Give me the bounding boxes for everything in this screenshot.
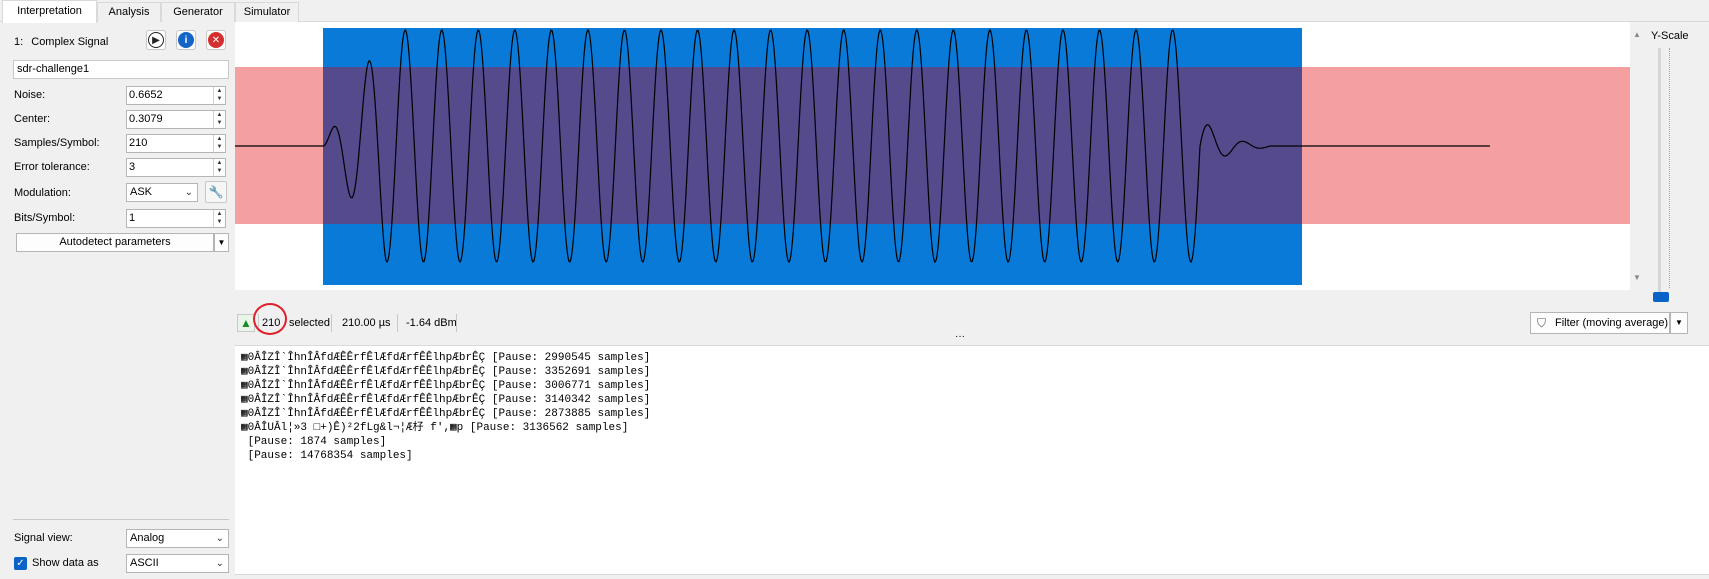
info-button[interactable]: i	[176, 30, 196, 50]
show-data-select[interactable]: ASCII ⌄	[126, 554, 229, 573]
output-line: [Pause: 14768354 samples]	[241, 450, 413, 462]
noise-label: Noise:	[14, 89, 46, 101]
close-icon: ✕	[208, 32, 224, 48]
close-signal-button[interactable]: ✕	[206, 30, 226, 50]
autodetect-parameters-button[interactable]: Autodetect parameters	[16, 233, 214, 252]
status-divider	[331, 314, 332, 332]
signal-view-value: Analog	[130, 532, 165, 544]
info-icon: i	[178, 32, 194, 48]
splitter-dots[interactable]: ···	[955, 332, 965, 342]
signal-header: 1: Complex Signal	[14, 32, 108, 52]
filter-icon: ⛉	[1537, 316, 1547, 330]
selection-power: -1.64 dBm	[406, 317, 457, 329]
decoded-output-view[interactable]: ▦0ÂÎZÎ`ÎhnÎÂfdÆÊÊrfÊlÆfdÆrfÊÊlhpÆbrÊÇ [P…	[235, 345, 1709, 575]
selection-duration: 210.00 µs	[342, 317, 391, 329]
output-line: ▦0ÂÎZÎ`ÎhnÎÂfdÆÊÊrfÊlÆfdÆrfÊÊlhpÆbrÊÇ [P…	[241, 352, 651, 364]
highlight-circle	[253, 303, 287, 335]
error-tolerance-label: Error tolerance:	[14, 161, 90, 173]
y-scale-handle[interactable]	[1653, 292, 1669, 302]
samples-per-symbol-spinbox[interactable]: 210 ▲ ▼	[126, 134, 226, 153]
spin-arrows-icon[interactable]: ▲ ▼	[213, 210, 225, 227]
status-bar: ▲ 210 selected 210.00 µs -1.64 dBm ···	[235, 303, 1709, 342]
filter-button[interactable]: ⛉ Filter (moving average)	[1530, 312, 1670, 334]
spin-arrows-icon[interactable]: ▲ ▼	[213, 111, 225, 128]
tab-analysis[interactable]: Analysis	[97, 2, 161, 22]
status-divider	[397, 314, 398, 332]
show-data-label: Show data as	[32, 557, 99, 569]
output-line: ▦0ÂÎZÎ`ÎhnÎÂfdÆÊÊrfÊlÆfdÆrfÊÊlhpÆbrÊÇ [P…	[241, 380, 651, 392]
modulation-label: Modulation:	[14, 187, 71, 199]
samples-per-symbol-value: 210	[129, 137, 148, 149]
modulation-value: ASK	[130, 186, 153, 198]
play-icon: ▶	[148, 32, 164, 48]
modulation-settings-button[interactable]: 🔧	[205, 181, 227, 203]
chevron-down-icon: ▼	[1675, 318, 1683, 327]
signal-type: Complex Signal	[31, 36, 109, 48]
bits-per-symbol-label: Bits/Symbol:	[14, 212, 76, 224]
output-line: ▦0ÂÎUÂl¦»3 □+)Ê)²2fLg&l¬¦Æ杍 f',▦p [Pause…	[241, 422, 629, 434]
signal-name-field[interactable]: sdr-challenge1	[13, 60, 229, 79]
selected-label: selected	[289, 317, 330, 329]
noise-spinbox[interactable]: 0.6652 ▲ ▼	[126, 86, 226, 105]
noise-value: 0.6652	[129, 89, 163, 101]
modulation-select[interactable]: ASK ⌄	[126, 183, 198, 202]
spin-arrows-icon[interactable]: ▲ ▼	[213, 87, 225, 104]
tab-bar: Interpretation Analysis Generator Simula…	[0, 0, 1709, 23]
tab-interpretation[interactable]: Interpretation	[2, 0, 97, 23]
play-button[interactable]: ▶	[146, 30, 166, 50]
y-scale-panel: Y-Scale ▲ ▼	[1630, 22, 1709, 312]
y-scale-label: Y-Scale	[1651, 30, 1689, 42]
y-scale-track[interactable]	[1658, 48, 1661, 298]
filter-label: Filter (moving average)	[1555, 317, 1669, 329]
bits-per-symbol-value: 1	[129, 212, 136, 224]
status-divider	[456, 314, 457, 332]
scroll-down-icon[interactable]: ▼	[1633, 273, 1641, 282]
show-data-value: ASCII	[130, 557, 159, 569]
chevron-down-icon: ⌄	[184, 187, 193, 198]
y-scale-ticks	[1669, 48, 1674, 288]
signal-parameters-panel: 1: Complex Signal ▶ i ✕ sdr-challenge1 N…	[0, 22, 232, 579]
panel-divider	[13, 519, 229, 520]
chevron-down-icon: ⌄	[215, 558, 224, 569]
output-line: ▦0ÂÎZÎ`ÎhnÎÂfdÆÊÊrfÊlÆfdÆrfÊÊlhpÆbrÊÇ [P…	[241, 408, 651, 420]
show-data-checkbox[interactable]: ✓	[14, 557, 27, 570]
center-spinbox[interactable]: 0.3079 ▲ ▼	[126, 110, 226, 129]
selection-noise-overlap	[323, 67, 1302, 224]
signal-graph-canvas[interactable]	[235, 22, 1630, 290]
signal-graph[interactable]	[235, 22, 1630, 290]
samples-per-symbol-label: Samples/Symbol:	[14, 137, 100, 149]
tab-generator[interactable]: Generator	[161, 2, 235, 22]
wrench-icon: 🔧	[208, 185, 224, 199]
autodetect-menu-arrow[interactable]: ▼	[214, 233, 229, 252]
chevron-down-icon: ▼	[217, 238, 226, 247]
output-line: [Pause: 1874 samples]	[241, 436, 387, 448]
output-line: ▦0ÂÎZÎ`ÎhnÎÂfdÆÊÊrfÊlÆfdÆrfÊÊlhpÆbrÊÇ [P…	[241, 394, 651, 406]
bits-per-symbol-spinbox[interactable]: 1 ▲ ▼	[126, 209, 226, 228]
output-line: ▦0ÂÎZÎ`ÎhnÎÂfdÆÊÊrfÊlÆfdÆrfÊÊlhpÆbrÊÇ [P…	[241, 366, 651, 378]
chevron-down-icon: ⌄	[215, 533, 224, 544]
scroll-up-icon[interactable]: ▲	[1633, 30, 1641, 39]
center-label: Center:	[14, 113, 51, 125]
error-tolerance-spinbox[interactable]: 3 ▲ ▼	[126, 158, 226, 177]
signal-view-select[interactable]: Analog ⌄	[126, 529, 229, 548]
signal-index: 1:	[14, 36, 24, 48]
error-tolerance-value: 3	[129, 161, 136, 173]
center-value: 0.3079	[129, 113, 163, 125]
tab-simulator[interactable]: Simulator	[235, 2, 299, 22]
spin-arrows-icon[interactable]: ▲ ▼	[213, 135, 225, 152]
filter-menu-arrow[interactable]: ▼	[1670, 312, 1688, 334]
spin-arrows-icon[interactable]: ▲ ▼	[213, 159, 225, 176]
signal-view-label: Signal view:	[14, 532, 73, 544]
